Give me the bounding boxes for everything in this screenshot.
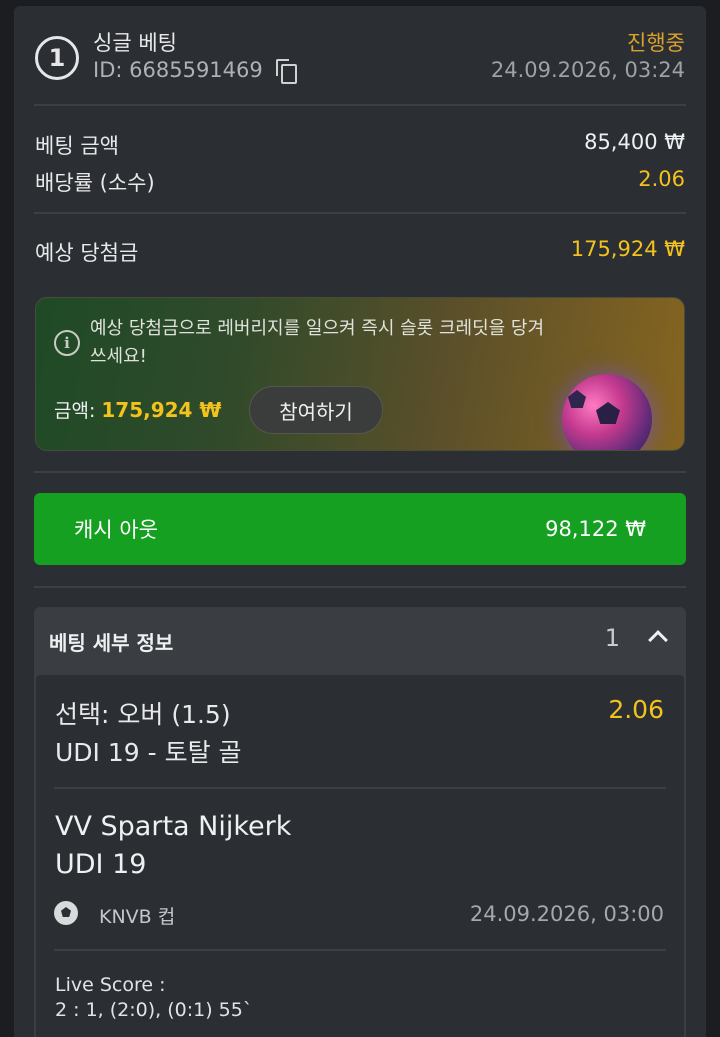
divider xyxy=(34,586,686,588)
leverage-promo-banner: i 예상 당첨금으로 레버리지를 일으켜 즉시 슬롯 크레딧을 당겨 쓰세요! … xyxy=(35,297,685,451)
odds-value: 2.06 xyxy=(638,167,685,191)
bet-details-title: 베팅 세부 정보 xyxy=(49,631,174,655)
odds-label: 배당률 (소수) xyxy=(35,171,155,195)
bet-number: 1 xyxy=(48,44,66,72)
divider xyxy=(54,787,666,789)
divider xyxy=(54,949,666,951)
bet-details-section: 베팅 세부 정보 1 선택: 오버 (1.5) 2.06 UDI 19 - 토탈… xyxy=(34,607,686,1037)
market-label: UDI 19 - 토탈 골 xyxy=(55,738,242,767)
join-button[interactable]: 참여하기 xyxy=(249,386,383,434)
payout-label: 예상 당첨금 xyxy=(35,241,139,265)
copy-icon[interactable] xyxy=(275,59,297,84)
stake-label: 베팅 금액 xyxy=(35,134,119,158)
promo-amount-label: 금액: xyxy=(54,400,96,422)
cashout-value: 98,122 ₩ xyxy=(545,517,646,541)
selection-count: 1 xyxy=(604,624,620,652)
selection-label: 선택: 오버 (1.5) xyxy=(55,700,231,729)
bet-datetime: 24.09.2026, 03:24 xyxy=(490,58,685,82)
soccer-icon xyxy=(54,901,78,925)
bet-id-label: ID: xyxy=(93,58,123,82)
info-icon: i xyxy=(54,330,80,356)
bet-id: ID: 6685591469 xyxy=(93,58,297,84)
promo-amount-value: 175,924 ₩ xyxy=(101,398,222,422)
promo-text: 예상 당첨금으로 레버리지를 일으켜 즉시 슬롯 크레딧을 당겨 쓰세요! xyxy=(90,318,545,367)
live-score-label: Live Score : xyxy=(55,974,166,996)
league-name: KNVB 컵 xyxy=(99,906,176,928)
divider xyxy=(34,104,686,106)
live-score-value: 2 : 1, (2:0), (0:1) 55` xyxy=(55,999,253,1021)
soccer-ball-illustration xyxy=(562,374,652,450)
selection-card: 선택: 오버 (1.5) 2.06 UDI 19 - 토탈 골 VV Spart… xyxy=(36,675,684,1037)
match-time: 24.09.2026, 03:00 xyxy=(469,902,664,926)
bet-id-value: 6685591469 xyxy=(129,58,263,82)
bet-number-badge: 1 xyxy=(35,36,79,80)
chevron-up-icon[interactable] xyxy=(648,630,668,650)
promo-amount: 금액: 175,924 ₩ xyxy=(54,396,222,423)
payout-value: 175,924 ₩ xyxy=(570,237,685,261)
bet-id-text: ID: 6685591469 xyxy=(93,58,263,82)
cashout-button[interactable]: 캐시 아웃 98,122 ₩ xyxy=(34,493,686,565)
stake-value: 85,400 ₩ xyxy=(584,130,685,154)
bet-type-label: 싱글 베팅 xyxy=(93,31,177,55)
cashout-label: 캐시 아웃 xyxy=(74,518,158,542)
divider xyxy=(34,212,686,214)
home-team: VV Sparta Nijkerk xyxy=(55,811,292,842)
selection-odds: 2.06 xyxy=(608,695,664,724)
status-badge: 진행중 xyxy=(627,31,685,55)
away-team: UDI 19 xyxy=(55,849,147,880)
divider xyxy=(34,471,686,473)
